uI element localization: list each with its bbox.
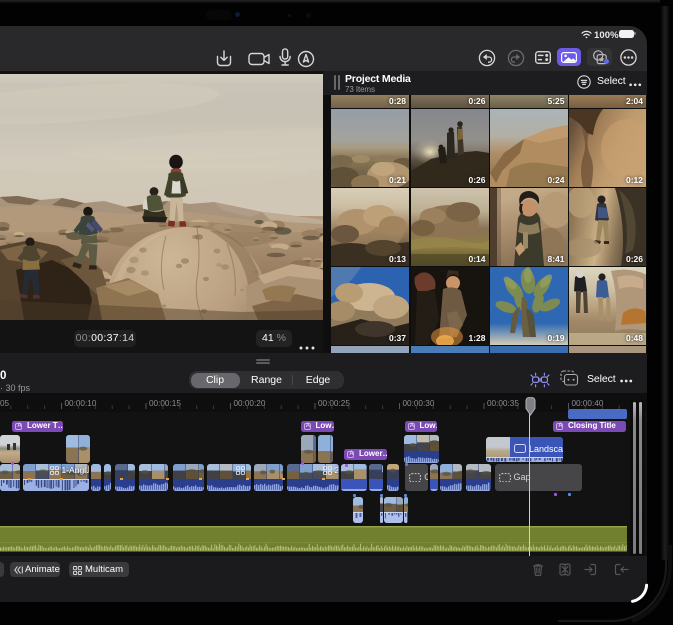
svg-text:00:00:15: 00:00:15	[149, 399, 181, 408]
svg-text:00:00:25: 00:00:25	[318, 399, 350, 408]
svg-text:00:00:30: 00:00:30	[403, 399, 435, 408]
svg-text:00:00:10: 00:00:10	[65, 399, 97, 408]
svg-text:00:00:20: 00:00:20	[234, 399, 266, 408]
svg-text:05: 05	[0, 399, 10, 408]
svg-text:00:00:40: 00:00:40	[572, 399, 604, 408]
svg-text:00:00:35: 00:00:35	[487, 399, 519, 408]
